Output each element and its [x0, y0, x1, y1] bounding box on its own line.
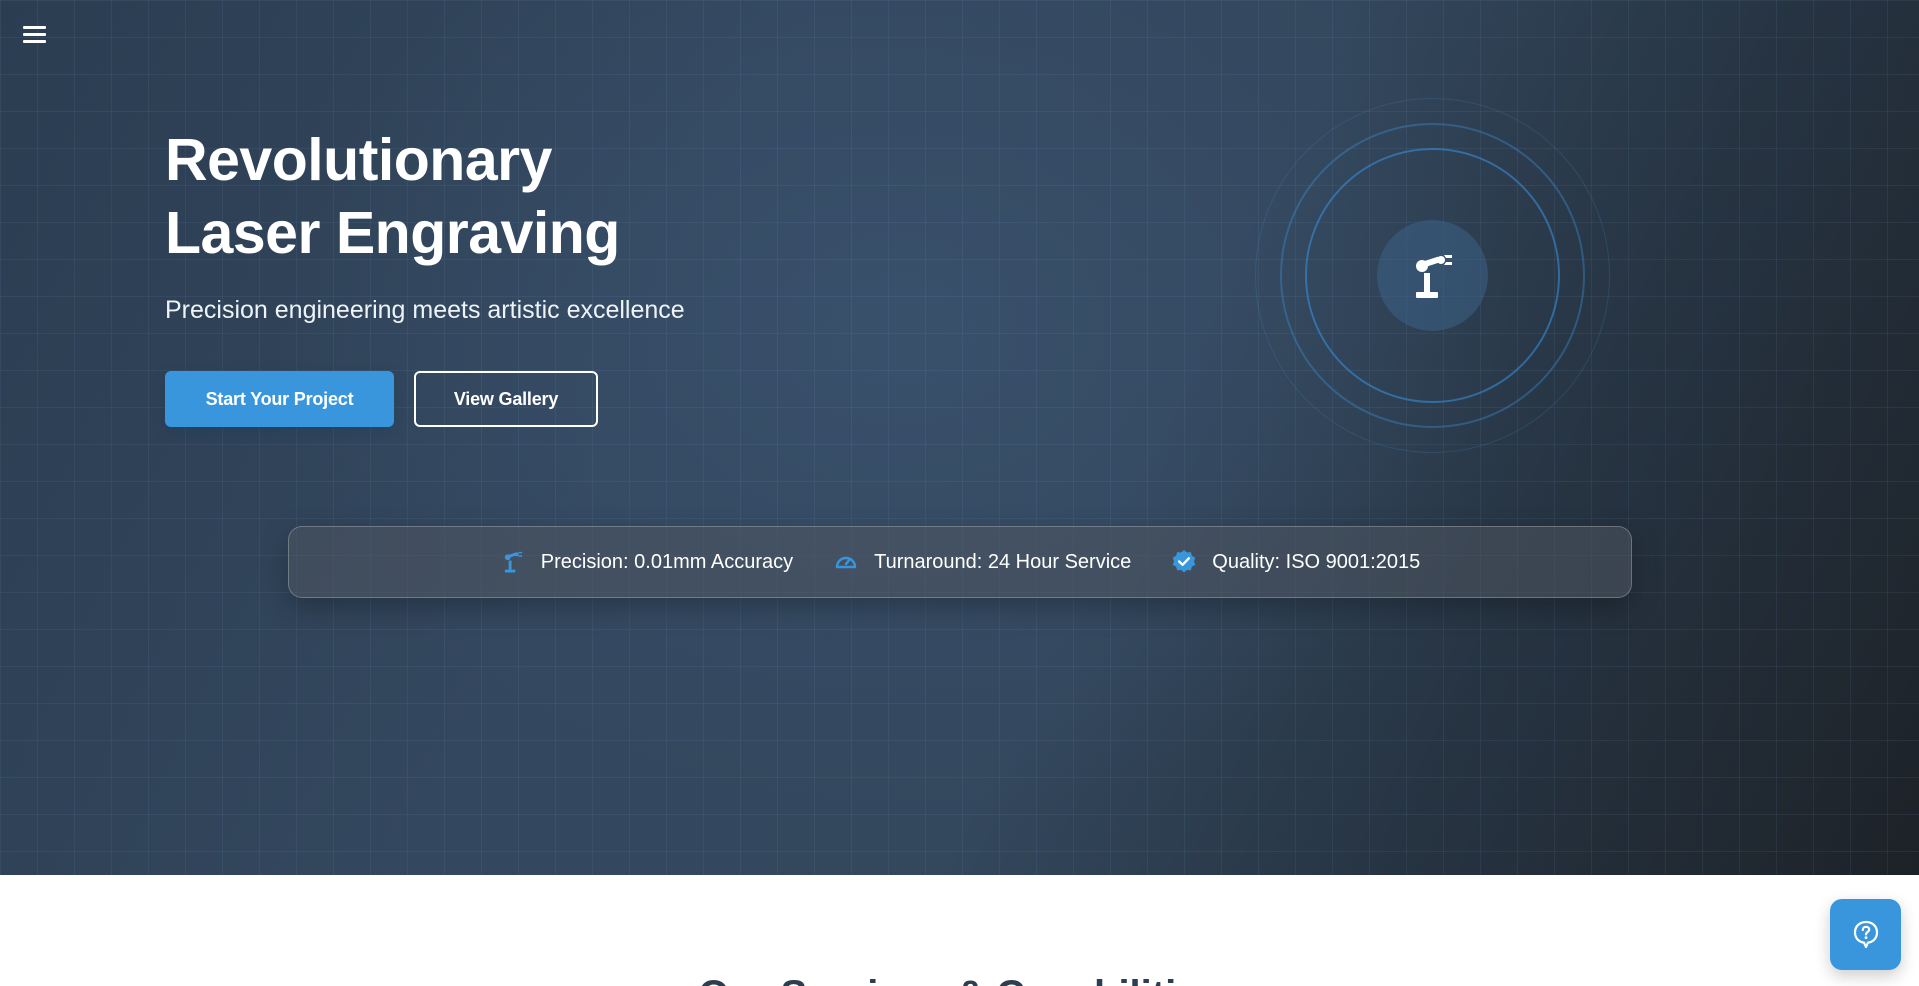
view-gallery-button[interactable]: View Gallery [414, 371, 598, 427]
robot-badge [1377, 220, 1488, 331]
hamburger-menu-icon[interactable] [20, 22, 50, 48]
stat-precision: Precision: 0.01mm Accuracy [500, 549, 793, 575]
robot-arm-icon [1415, 254, 1452, 298]
hero-title-line-2: Laser Engraving [165, 200, 620, 266]
stat-quality: Quality: ISO 9001:2015 [1171, 549, 1420, 575]
help-question-icon [1853, 920, 1878, 948]
help-button[interactable] [1830, 899, 1901, 970]
hero-title-line-1: Revolutionary [165, 127, 552, 193]
stat-label: Quality: ISO 9001:2015 [1212, 550, 1421, 573]
robot-arm-icon [500, 549, 526, 575]
hero-title: Revolutionary Laser Engraving [165, 124, 620, 270]
services-section-title: Our Services & Capabilities [0, 973, 1919, 986]
speedometer-icon [833, 549, 859, 575]
hero-subtitle: Precision engineering meets artistic exc… [165, 296, 685, 324]
stats-bar: Precision: 0.01mm Accuracy Turnaround: 2… [288, 526, 1632, 598]
stat-turnaround: Turnaround: 24 Hour Service [833, 549, 1131, 575]
verified-badge-icon [1171, 549, 1197, 575]
hero-graphic [1255, 98, 1610, 453]
stat-label: Precision: 0.01mm Accuracy [540, 550, 794, 573]
stat-label: Turnaround: 24 Hour Service [874, 550, 1132, 573]
hero-section: Revolutionary Laser Engraving Precision … [0, 0, 1919, 875]
start-project-button[interactable]: Start Your Project [165, 371, 394, 427]
